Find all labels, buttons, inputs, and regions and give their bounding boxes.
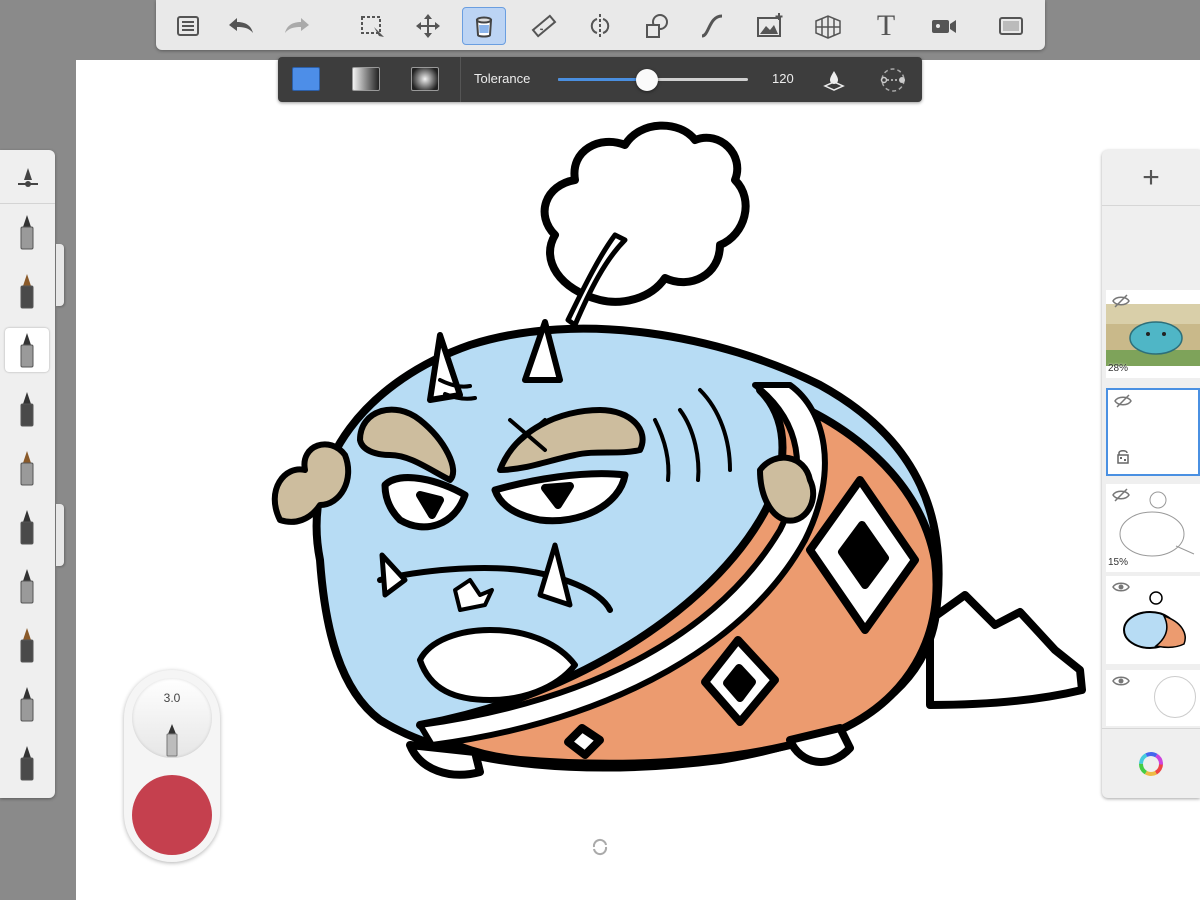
marker-icon	[20, 274, 34, 309]
symmetry-button[interactable]	[578, 7, 622, 45]
brush-panel	[0, 150, 55, 798]
brush-grease-pencil[interactable]	[5, 505, 49, 549]
layers-panel: + 28% 15%	[1102, 150, 1200, 798]
record-button[interactable]	[922, 7, 966, 45]
add-layer-button[interactable]: +	[1102, 150, 1200, 206]
transform-button[interactable]	[406, 7, 450, 45]
main-toolbar: T	[156, 0, 1045, 50]
video-camera-icon	[932, 20, 956, 33]
visible-eye-icon[interactable]	[1112, 580, 1130, 594]
shape-button[interactable]	[634, 7, 678, 45]
grease-pencil-icon	[20, 510, 34, 545]
tolerance-value: 120	[772, 71, 794, 86]
list-icon	[177, 16, 199, 36]
layer-colored-drawing[interactable]	[1106, 576, 1200, 664]
brush-ink-bottle[interactable]	[5, 387, 49, 431]
layer-empty-active[interactable]	[1106, 388, 1200, 476]
undo-button[interactable]	[218, 7, 262, 45]
fill-options-bar: Tolerance 120	[278, 57, 922, 102]
sample-layers-icon[interactable]	[878, 66, 908, 94]
brush-pencil[interactable]	[5, 210, 49, 254]
fineliner-icon	[20, 451, 34, 486]
brush-paint-brush[interactable]	[5, 623, 49, 667]
transform-icon	[416, 14, 440, 38]
text-button[interactable]: T	[864, 7, 908, 45]
perspective-button[interactable]	[806, 7, 850, 45]
current-brush-icon	[166, 724, 178, 757]
brush-marker[interactable]	[5, 269, 49, 313]
base-layer-color-circle	[1154, 676, 1196, 718]
brush-size-value: 3.0	[163, 691, 181, 705]
brush-size-grip[interactable]	[56, 244, 64, 306]
brush-size-puck[interactable]: 3.0	[132, 678, 212, 758]
fountain-pen-icon	[20, 569, 34, 604]
redo-icon	[285, 18, 309, 33]
airbrush-icon	[20, 333, 34, 368]
brush-dry-brush[interactable]	[5, 682, 49, 726]
tolerance-slider[interactable]	[558, 69, 748, 91]
shape-icon	[646, 14, 668, 38]
sync-icon	[592, 838, 608, 856]
visible-eye-icon[interactable]	[1112, 674, 1130, 688]
drawing-canvas[interactable]	[76, 60, 1200, 900]
hidden-eye-icon[interactable]	[1112, 294, 1130, 308]
linear-gradient-mode[interactable]	[352, 67, 380, 91]
ink-bottle-icon	[20, 392, 34, 427]
perspective-grid-icon	[815, 15, 841, 39]
solid-fill-mode[interactable]	[292, 67, 320, 91]
ruler-button[interactable]	[522, 7, 566, 45]
fill-layer-drop-icon[interactable]	[822, 68, 846, 92]
text-icon: T	[876, 9, 896, 42]
tolerance-slider-fill	[558, 78, 648, 81]
fullscreen-button[interactable]	[989, 7, 1033, 45]
curve-button[interactable]	[690, 7, 734, 45]
brush-fineliner[interactable]	[5, 446, 49, 490]
image-add-icon	[757, 13, 783, 37]
radial-gradient-mode[interactable]	[411, 67, 439, 91]
tolerance-label: Tolerance	[474, 71, 531, 86]
image-import-button[interactable]	[748, 7, 792, 45]
brush-puck[interactable]: 3.0	[124, 670, 220, 862]
brush-chisel[interactable]	[5, 741, 49, 785]
hidden-eye-icon[interactable]	[1112, 488, 1130, 502]
layer-background-scene[interactable]: 28%	[1106, 290, 1200, 378]
paint-brush-icon	[20, 628, 34, 663]
layer-base[interactable]	[1106, 670, 1200, 726]
brush-settings-button[interactable]	[0, 150, 55, 204]
layer-opacity: 15%	[1108, 557, 1129, 568]
symmetry-icon	[590, 14, 610, 38]
chisel-icon	[20, 746, 34, 781]
lock-icon[interactable]	[1116, 448, 1130, 464]
brush-settings-icon	[17, 167, 38, 187]
paint-bucket-icon	[475, 16, 493, 38]
undo-icon	[229, 18, 253, 33]
tolerance-slider-thumb[interactable]	[636, 69, 659, 91]
layer-sketch-lines[interactable]: 15%	[1106, 484, 1200, 572]
layer-opacity: 28%	[1108, 363, 1129, 374]
redo-button[interactable]	[276, 7, 320, 45]
pencil-icon	[20, 215, 34, 250]
selection-button[interactable]	[350, 7, 394, 45]
fill-tool-button[interactable]	[462, 7, 506, 45]
curve-icon	[701, 14, 723, 38]
fullscreen-icon	[999, 17, 1023, 35]
layers-list-button[interactable]	[166, 7, 210, 45]
brush-airbrush[interactable]	[5, 328, 49, 372]
brush-opacity-grip[interactable]	[56, 504, 64, 566]
color-wheel-icon	[1139, 751, 1163, 776]
divider	[460, 57, 461, 102]
color-editor-button[interactable]	[1102, 728, 1200, 798]
selection-icon	[361, 16, 384, 37]
brush-fountain-pen[interactable]	[5, 564, 49, 608]
ruler-icon	[531, 14, 557, 38]
color-swatch[interactable]	[132, 775, 212, 855]
hidden-eye-icon[interactable]	[1114, 394, 1132, 408]
dry-brush-icon	[20, 687, 34, 722]
